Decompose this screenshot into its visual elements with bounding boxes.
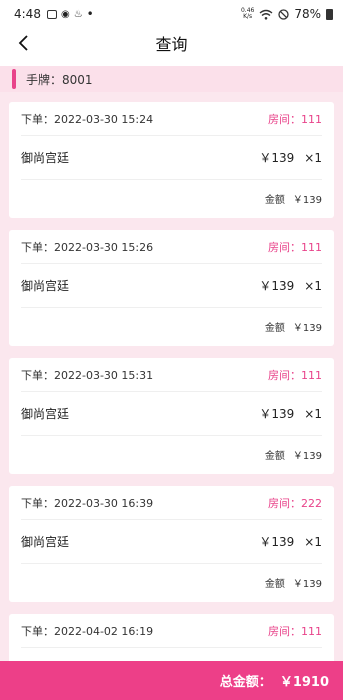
item-qty: ×1: [304, 535, 322, 549]
page-title: 查询: [155, 35, 188, 54]
item-price: ￥139: [259, 279, 295, 293]
total-footer: 总金额： ￥1910: [0, 661, 343, 700]
amount-label: 金额: [264, 451, 285, 462]
amount-value: ￥139: [292, 579, 322, 590]
order-item-row: 御尚宫廷 ￥139 ×1: [21, 520, 322, 564]
order-room: 房间：111: [268, 112, 322, 126]
total-label: 总金额：: [219, 675, 272, 690]
item-price: ￥139: [259, 151, 295, 165]
item-price: ￥139: [259, 407, 295, 421]
order-header: 下单：2022-03-30 16:39 房间：222: [21, 486, 322, 520]
amount-value: ￥139: [292, 195, 322, 206]
wifi-icon: [259, 9, 273, 20]
order-room: 房间：111: [268, 368, 322, 382]
order-room: 房间：111: [268, 240, 322, 254]
item-price-qty: ￥139 ×1: [259, 277, 322, 294]
battery-percent: 78%: [294, 7, 321, 21]
total-value: ￥1910: [279, 675, 329, 690]
order-amount-row: 金额 ￥139: [21, 564, 322, 601]
order-header: 下单：2022-03-30 15:24 房间：111: [21, 102, 322, 136]
hand-number-bar: 手牌：8001: [0, 66, 343, 92]
order-amount-row: 金额 ￥139: [21, 436, 322, 473]
item-price-qty: ￥139 ×1: [259, 405, 322, 422]
dnd-icon: [278, 8, 289, 20]
item-qty: ×1: [304, 407, 322, 421]
order-time: 下单：2022-03-30 15:24: [21, 112, 154, 126]
order-item-row: 御尚宫廷 ￥139 ×1: [21, 392, 322, 436]
order-time: 下单：2022-04-02 16:19: [21, 624, 154, 638]
order-card[interactable]: 下单：2022-03-30 15:31 房间：111 御尚宫廷 ￥139 ×1 金…: [9, 358, 334, 474]
hand-number-label: 手牌：8001: [26, 72, 93, 87]
item-name: 御尚宫廷: [21, 279, 70, 293]
chevron-left-icon: [18, 35, 28, 51]
accent-stripe: [12, 69, 16, 89]
order-room: 房间：222: [268, 496, 322, 510]
app-icon: ♨: [73, 8, 83, 20]
image-icon: [46, 9, 57, 19]
order-list[interactable]: 下单：2022-03-30 15:24 房间：111 御尚宫廷 ￥139 ×1 金…: [0, 92, 343, 700]
order-card[interactable]: 下单：2022-03-30 16:39 房间：222 御尚宫廷 ￥139 ×1 金…: [9, 486, 334, 602]
order-header: 下单：2022-03-30 15:31 房间：111: [21, 358, 322, 392]
item-qty: ×1: [304, 279, 322, 293]
net-speed: 0.46 K/s: [241, 8, 254, 20]
item-price: ￥139: [259, 535, 295, 549]
order-header: 下单：2022-04-02 16:19 房间：111: [21, 614, 322, 648]
order-item-row: 御尚宫廷 ￥139 ×1: [21, 136, 322, 180]
order-amount-row: 金额 ￥139: [21, 308, 322, 345]
more-dot-icon: •: [86, 7, 94, 21]
net-speed-unit: K/s: [243, 13, 253, 20]
item-name: 御尚宫廷: [21, 535, 70, 549]
back-button[interactable]: [12, 31, 36, 55]
order-room: 房间：111: [268, 624, 322, 638]
nav-bar: 查询: [0, 28, 343, 58]
item-price-qty: ￥139 ×1: [259, 533, 322, 550]
status-right: 0.46 K/s 78%: [241, 7, 333, 21]
item-price-qty: ￥139 ×1: [259, 149, 322, 166]
item-name: 御尚宫廷: [21, 151, 70, 165]
amount-label: 金额: [264, 195, 285, 206]
order-header: 下单：2022-03-30 15:26 房间：111: [21, 230, 322, 264]
order-card[interactable]: 下单：2022-03-30 15:24 房间：111 御尚宫廷 ￥139 ×1 金…: [9, 102, 334, 218]
amount-label: 金额: [264, 323, 285, 334]
wechat-icon: ◉: [60, 8, 70, 20]
order-item-row: 御尚宫廷 ￥139 ×1: [21, 264, 322, 308]
amount-label: 金额: [264, 579, 285, 590]
nav-spacer: [0, 58, 343, 66]
status-bar: 4:48 ◉ ♨ • 0.46 K/s 78%: [0, 0, 343, 28]
amount-value: ￥139: [292, 323, 322, 334]
item-name: 御尚宫廷: [21, 407, 70, 421]
amount-value: ￥139: [292, 451, 322, 462]
order-time: 下单：2022-03-30 15:26: [21, 240, 154, 254]
status-time: 4:48: [14, 7, 41, 21]
status-notification-icons: ◉ ♨ •: [46, 7, 94, 21]
order-amount-row: 金额 ￥139: [21, 180, 322, 217]
order-card[interactable]: 下单：2022-03-30 15:26 房间：111 御尚宫廷 ￥139 ×1 金…: [9, 230, 334, 346]
item-qty: ×1: [304, 151, 322, 165]
order-time: 下单：2022-03-30 16:39: [21, 496, 154, 510]
battery-icon: [326, 8, 333, 20]
order-time: 下单：2022-03-30 15:31: [21, 368, 154, 382]
